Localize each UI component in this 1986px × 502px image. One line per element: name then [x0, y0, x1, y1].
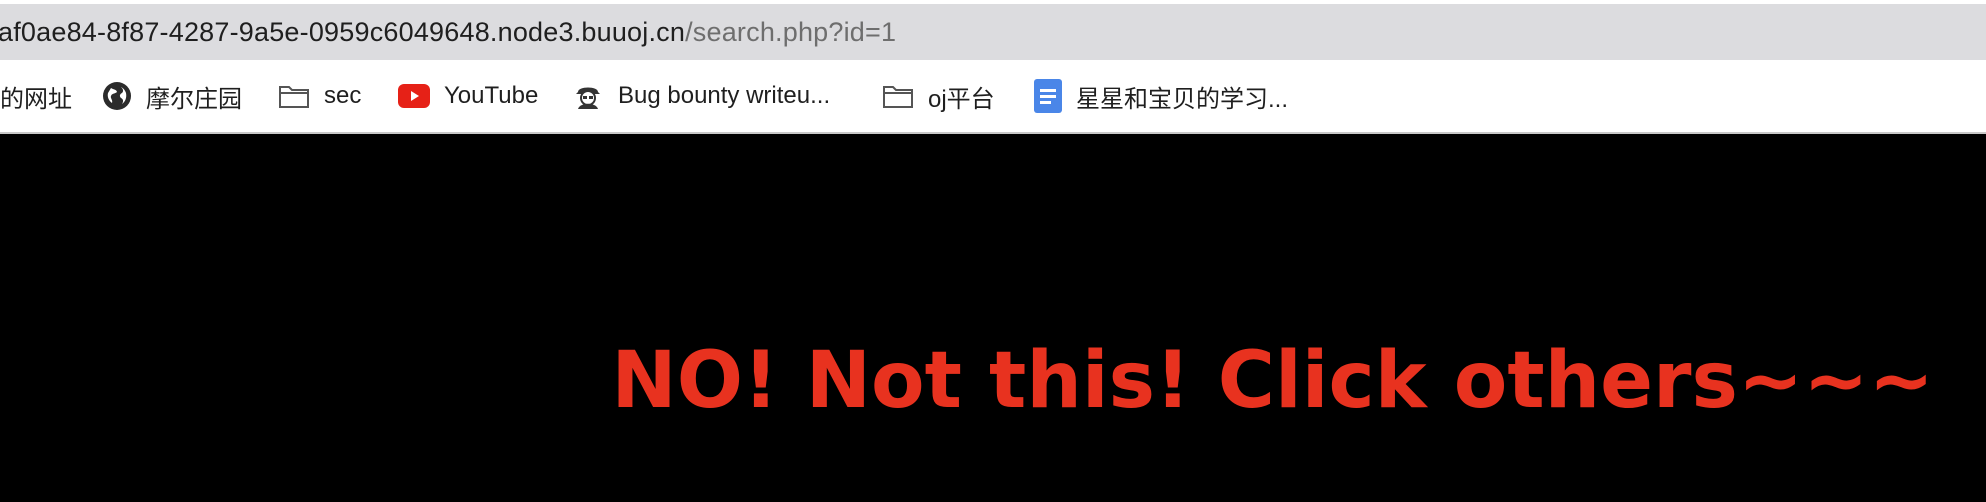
bookmark-item[interactable]: YouTube: [398, 60, 538, 132]
bookmark-item[interactable]: sec: [278, 60, 361, 132]
globe-icon: [102, 81, 132, 111]
bookmark-item[interactable]: 星星和宝贝的学习...: [1034, 60, 1288, 132]
bookmarks-bar: 的网址 摩尔庄园 sec YouTube Bug bounty writeu..…: [0, 60, 1986, 134]
url-host: af0ae84-8f87-4287-9a5e-0959c6049648.node…: [0, 16, 686, 47]
google-docs-icon: [1034, 79, 1062, 113]
error-message: NO! Not this! Click others~~~: [611, 336, 1934, 426]
page-content: NO! Not this! Click others~~~: [0, 134, 1986, 502]
bookmark-label: 的网址: [0, 85, 72, 113]
url-path: /search.php?id=1: [685, 16, 897, 47]
bookmark-label: Bug bounty writeu...: [618, 82, 831, 109]
bookmark-item[interactable]: 的网址: [0, 60, 72, 132]
bookmark-label: 星星和宝贝的学习...: [1076, 85, 1289, 113]
bookmark-label: sec: [324, 82, 362, 109]
bookmark-label: oj平台: [928, 85, 995, 113]
bookmark-item[interactable]: Bug bounty writeu...: [572, 60, 830, 132]
hacker-icon: [572, 82, 604, 110]
bookmark-label: 摩尔庄园: [146, 85, 242, 113]
folder-icon: [278, 83, 310, 109]
url-text[interactable]: af0ae84-8f87-4287-9a5e-0959c6049648.node…: [0, 17, 896, 48]
bookmark-label: YouTube: [444, 82, 539, 109]
bookmark-item[interactable]: oj平台: [882, 60, 995, 132]
address-bar[interactable]: af0ae84-8f87-4287-9a5e-0959c6049648.node…: [0, 4, 1986, 60]
folder-icon: [882, 83, 914, 109]
youtube-icon: [398, 84, 430, 108]
bookmark-item[interactable]: 摩尔庄园: [102, 60, 242, 132]
